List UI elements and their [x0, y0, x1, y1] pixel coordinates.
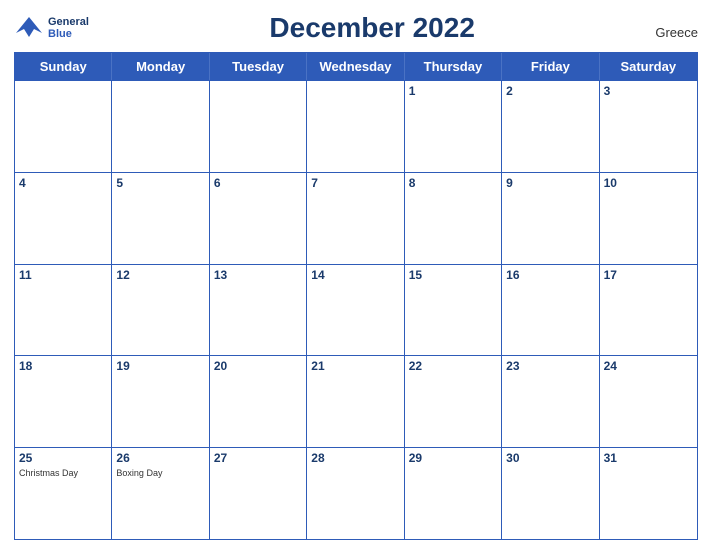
calendar-page: General Blue December 2022 Greece Sunday…: [0, 0, 712, 550]
date-31: 31: [604, 451, 693, 465]
date-5: 5: [116, 176, 204, 190]
date-10: 10: [604, 176, 693, 190]
week-1: 1 2 3: [15, 80, 697, 172]
date-13: 13: [214, 268, 302, 282]
day-headers-row: Sunday Monday Tuesday Wednesday Thursday…: [15, 53, 697, 80]
week-3: 11 12 13 14 15 16 17: [15, 264, 697, 356]
date-18: 18: [19, 359, 107, 373]
header: General Blue December 2022 Greece: [14, 12, 698, 44]
cell-w4-sat: 24: [600, 356, 697, 447]
cell-w3-fri: 16: [502, 265, 599, 356]
cell-w2-thu: 8: [405, 173, 502, 264]
cell-w1-thu: 1: [405, 81, 502, 172]
cell-w1-tue: [210, 81, 307, 172]
cell-w3-mon: 12: [112, 265, 209, 356]
date-1: 1: [409, 84, 497, 98]
date-14: 14: [311, 268, 399, 282]
cell-w3-sat: 17: [600, 265, 697, 356]
date-23: 23: [506, 359, 594, 373]
header-friday: Friday: [502, 53, 599, 80]
date-15: 15: [409, 268, 497, 282]
date-25: 25: [19, 451, 107, 465]
date-16: 16: [506, 268, 594, 282]
date-24: 24: [604, 359, 693, 373]
cell-w4-tue: 20: [210, 356, 307, 447]
cell-w1-mon: [112, 81, 209, 172]
date-28: 28: [311, 451, 399, 465]
week-4: 18 19 20 21 22 23 24: [15, 355, 697, 447]
date-21: 21: [311, 359, 399, 373]
date-27: 27: [214, 451, 302, 465]
cell-w1-sat: 3: [600, 81, 697, 172]
cell-w1-fri: 2: [502, 81, 599, 172]
cell-w4-fri: 23: [502, 356, 599, 447]
cell-w1-sun: [15, 81, 112, 172]
week-2: 4 5 6 7 8 9 10: [15, 172, 697, 264]
cell-w5-thu: 29: [405, 448, 502, 539]
cell-w2-sun: 4: [15, 173, 112, 264]
logo: General Blue: [14, 15, 89, 41]
calendar-grid: Sunday Monday Tuesday Wednesday Thursday…: [14, 52, 698, 540]
cell-w3-thu: 15: [405, 265, 502, 356]
date-30: 30: [506, 451, 594, 465]
cell-w3-tue: 13: [210, 265, 307, 356]
cell-w5-tue: 27: [210, 448, 307, 539]
date-17: 17: [604, 268, 693, 282]
date-19: 19: [116, 359, 204, 373]
cell-w5-wed: 28: [307, 448, 404, 539]
cell-w4-wed: 21: [307, 356, 404, 447]
cell-w4-sun: 18: [15, 356, 112, 447]
holiday-boxing: Boxing Day: [116, 468, 204, 479]
date-2: 2: [506, 84, 594, 98]
cell-w5-sat: 31: [600, 448, 697, 539]
date-22: 22: [409, 359, 497, 373]
calendar-title: December 2022: [89, 12, 655, 44]
cell-w4-thu: 22: [405, 356, 502, 447]
date-11: 11: [19, 268, 107, 282]
cell-w5-sun: 25 Christmas Day: [15, 448, 112, 539]
date-3: 3: [604, 84, 693, 98]
weeks-container: 1 2 3 4 5 6: [15, 80, 697, 539]
cell-w4-mon: 19: [112, 356, 209, 447]
header-saturday: Saturday: [600, 53, 697, 80]
logo-text: General Blue: [48, 16, 89, 40]
week-5: 25 Christmas Day 26 Boxing Day 27 28 29: [15, 447, 697, 539]
holiday-christmas: Christmas Day: [19, 468, 107, 479]
cell-w3-wed: 14: [307, 265, 404, 356]
bird-icon: [14, 15, 44, 41]
date-8: 8: [409, 176, 497, 190]
cell-w2-sat: 10: [600, 173, 697, 264]
cell-w5-mon: 26 Boxing Day: [112, 448, 209, 539]
header-tuesday: Tuesday: [210, 53, 307, 80]
cell-w5-fri: 30: [502, 448, 599, 539]
date-26: 26: [116, 451, 204, 465]
date-20: 20: [214, 359, 302, 373]
logo-line1: General: [48, 16, 89, 28]
cell-w2-tue: 6: [210, 173, 307, 264]
logo-line2: Blue: [48, 28, 89, 40]
date-4: 4: [19, 176, 107, 190]
cell-w3-sun: 11: [15, 265, 112, 356]
header-wednesday: Wednesday: [307, 53, 404, 80]
country-label: Greece: [655, 25, 698, 44]
date-7: 7: [311, 176, 399, 190]
date-12: 12: [116, 268, 204, 282]
header-monday: Monday: [112, 53, 209, 80]
header-thursday: Thursday: [405, 53, 502, 80]
cell-w2-mon: 5: [112, 173, 209, 264]
cell-w2-fri: 9: [502, 173, 599, 264]
date-9: 9: [506, 176, 594, 190]
header-sunday: Sunday: [15, 53, 112, 80]
cell-w2-wed: 7: [307, 173, 404, 264]
date-6: 6: [214, 176, 302, 190]
date-29: 29: [409, 451, 497, 465]
cell-w1-wed: [307, 81, 404, 172]
